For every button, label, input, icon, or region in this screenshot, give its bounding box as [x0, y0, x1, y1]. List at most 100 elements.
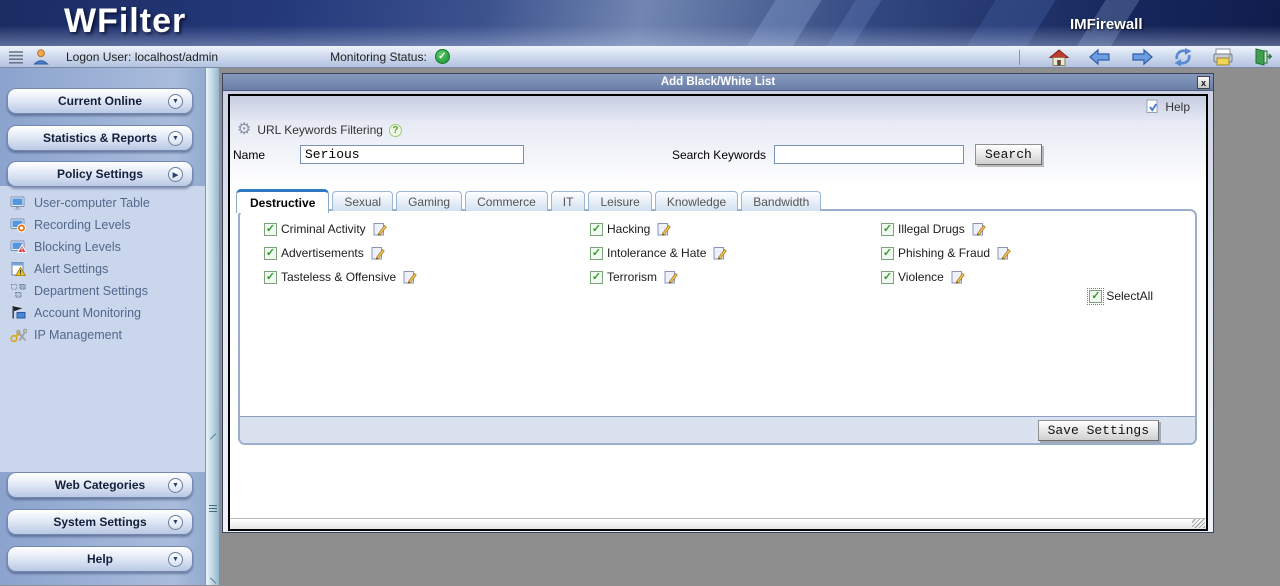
help-doc-icon [1145, 99, 1160, 114]
category-column: Criminal Activity Advertisements Tastele… [264, 217, 417, 289]
sidebar-item-account-monitoring[interactable]: Account Monitoring [10, 302, 203, 324]
edit-icon[interactable] [972, 222, 986, 236]
search-keywords-label: Search Keywords [630, 148, 766, 162]
category-label: Violence [898, 270, 944, 284]
brand-label: IMFirewall [1070, 16, 1143, 33]
sidebar-section-policy-settings[interactable]: Policy Settings ▶ [7, 161, 193, 187]
category-label: Intolerance & Hate [607, 246, 706, 260]
search-keywords-input[interactable] [774, 145, 964, 164]
category-checkbox[interactable] [881, 223, 894, 236]
edit-icon[interactable] [664, 270, 678, 284]
sidebar-splitter[interactable] [205, 68, 219, 585]
sidebar-item-user-computer-table[interactable]: User-computer Table [10, 192, 203, 214]
splitter-mark [209, 577, 215, 583]
category-checkbox[interactable] [590, 247, 603, 260]
splitter-collapse-handle[interactable] [208, 436, 217, 581]
record-icon [10, 217, 27, 233]
banner-decoration [738, 0, 828, 46]
section-title: URL Keywords Filtering [257, 123, 383, 137]
user-icon [32, 48, 50, 65]
sidebar-section-system-settings[interactable]: System Settings ▼ [7, 509, 193, 535]
sidebar-item-label: Blocking Levels [34, 240, 121, 254]
section-label: Statistics & Reports [43, 131, 157, 145]
category-label: Phishing & Fraud [898, 246, 990, 260]
category-checkbox[interactable] [264, 247, 277, 260]
forward-arrow-icon[interactable] [1130, 48, 1154, 66]
category-checkbox[interactable] [881, 247, 894, 260]
policy-settings-menu: User-computer Table Recording Levels Blo… [10, 192, 203, 346]
category-terrorism: Terrorism [590, 265, 727, 289]
category-checkbox[interactable] [881, 271, 894, 284]
question-icon[interactable]: ? [389, 124, 402, 137]
sidebar-section-statistics-reports[interactable]: Statistics & Reports ▼ [7, 125, 193, 151]
category-tabs: Destructive Sexual Gaming Commerce IT Le… [236, 187, 1206, 211]
help-label: Help [1165, 100, 1190, 114]
category-checkbox[interactable] [590, 223, 603, 236]
section-title-row: ⚙ URL Keywords Filtering ? [230, 117, 1206, 143]
splitter-mark [209, 433, 215, 439]
edit-icon[interactable] [403, 270, 417, 284]
tab-leisure[interactable]: Leisure [588, 191, 651, 211]
tab-knowledge[interactable]: Knowledge [655, 191, 738, 211]
category-label: Advertisements [281, 246, 364, 260]
toolbar-divider [1019, 50, 1020, 65]
gear-icon: ⚙ [237, 122, 251, 138]
refresh-icon[interactable] [1172, 47, 1194, 67]
content-area: Current Online ▼ Statistics & Reports ▼ … [0, 68, 1280, 585]
category-violence: Violence [881, 265, 1011, 289]
category-label: Terrorism [607, 270, 657, 284]
sidebar-section-help[interactable]: Help ▼ [7, 546, 193, 572]
back-arrow-icon[interactable] [1088, 48, 1112, 66]
dialog-titlebar[interactable]: Add Black/White List x [223, 74, 1213, 91]
edit-icon[interactable] [713, 246, 727, 260]
sidebar-section-current-online[interactable]: Current Online ▼ [7, 88, 193, 114]
dialog-resize-strip [230, 518, 1206, 529]
category-label: Tasteless & Offensive [281, 270, 396, 284]
tab-bandwidth[interactable]: Bandwidth [741, 191, 821, 211]
dialog-body: Help ⚙ URL Keywords Filtering ? Name Sea… [223, 91, 1213, 532]
category-column: Illegal Drugs Phishing & Fraud Violence [881, 217, 1011, 289]
resize-grip-icon[interactable] [1192, 519, 1205, 528]
search-button[interactable]: Search [975, 144, 1042, 165]
hamburger-icon[interactable] [8, 50, 24, 64]
tab-commerce[interactable]: Commerce [465, 191, 548, 211]
category-advertisements: Advertisements [264, 241, 417, 265]
tab-gaming[interactable]: Gaming [396, 191, 462, 211]
category-checkbox[interactable] [264, 223, 277, 236]
sidebar-section-web-categories[interactable]: Web Categories ▼ [7, 472, 193, 498]
edit-icon[interactable] [373, 222, 387, 236]
home-icon[interactable] [1048, 48, 1070, 67]
tab-sexual[interactable]: Sexual [332, 191, 393, 211]
tab-destructive[interactable]: Destructive [236, 189, 329, 213]
section-label: Web Categories [55, 478, 145, 492]
edit-icon[interactable] [951, 270, 965, 284]
chevron-down-icon: ▼ [168, 552, 183, 567]
category-criminal-activity: Criminal Activity [264, 217, 417, 241]
chevron-right-icon: ▶ [168, 167, 183, 182]
dialog-content-frame: Help ⚙ URL Keywords Filtering ? Name Sea… [228, 94, 1208, 531]
sidebar: Current Online ▼ Statistics & Reports ▼ … [0, 68, 205, 585]
logout-icon[interactable] [1252, 47, 1272, 67]
tab-it[interactable]: IT [551, 191, 586, 211]
chevron-down-icon: ▼ [168, 131, 183, 146]
edit-icon[interactable] [371, 246, 385, 260]
sidebar-item-ip-management[interactable]: IP Management [10, 324, 203, 346]
name-input[interactable] [300, 145, 524, 164]
alert-icon [10, 261, 27, 277]
sidebar-item-label: Alert Settings [34, 262, 108, 276]
edit-icon[interactable] [997, 246, 1011, 260]
save-settings-button[interactable]: Save Settings [1038, 420, 1159, 441]
sidebar-item-recording-levels[interactable]: Recording Levels [10, 214, 203, 236]
print-icon[interactable] [1212, 48, 1234, 66]
computer-icon [10, 195, 27, 211]
sidebar-item-blocking-levels[interactable]: Blocking Levels [10, 236, 203, 258]
splitter-grip [209, 505, 217, 512]
close-icon[interactable]: x [1197, 76, 1210, 89]
edit-icon[interactable] [657, 222, 671, 236]
category-checkbox[interactable] [264, 271, 277, 284]
category-checkbox[interactable] [590, 271, 603, 284]
sidebar-item-department-settings[interactable]: Department Settings [10, 280, 203, 302]
help-link[interactable]: Help [1145, 99, 1190, 114]
select-all-checkbox[interactable] [1089, 290, 1102, 303]
sidebar-item-alert-settings[interactable]: Alert Settings [10, 258, 203, 280]
